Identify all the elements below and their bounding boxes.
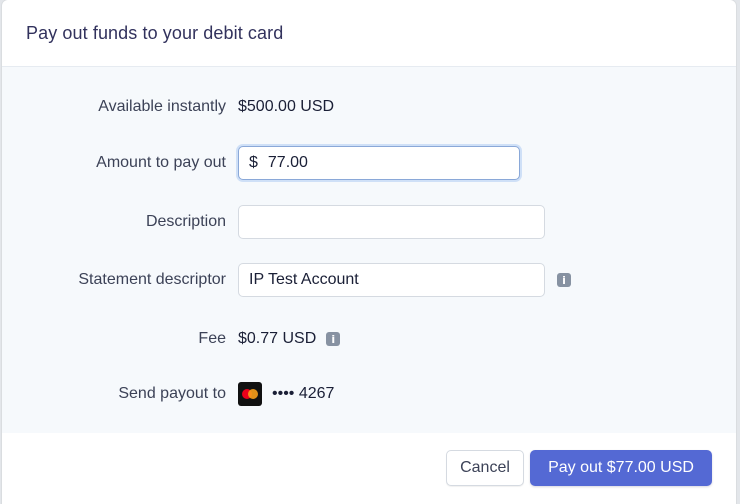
cancel-button[interactable]: Cancel: [446, 450, 524, 486]
available-value: $500.00 USD: [238, 98, 335, 115]
available-label: Available instantly: [98, 98, 226, 115]
statement-label: Statement descriptor: [78, 271, 226, 288]
payout-form: Available instantly $500.00 USD Amount t…: [2, 67, 736, 433]
currency-symbol: $: [249, 154, 258, 171]
description-row: Description: [2, 204, 736, 240]
fee-value: $0.77 USD: [238, 330, 317, 347]
mastercard-icon: [238, 382, 262, 406]
fee-row: Fee $0.77 USD i: [2, 327, 736, 351]
payout-destination-row: Send payout to •••• 4267: [2, 382, 736, 406]
payout-card: •••• 4267: [238, 382, 334, 406]
amount-input[interactable]: $ 77.00: [238, 146, 520, 180]
amount-value: 77.00: [267, 154, 308, 171]
modal-footer: Cancel Pay out $77.00 USD: [2, 433, 736, 504]
fee-value-wrap: $0.77 USD i: [238, 330, 341, 348]
info-icon[interactable]: i: [326, 332, 341, 346]
pay-out-button[interactable]: Pay out $77.00 USD: [530, 450, 712, 486]
info-icon[interactable]: i: [557, 273, 571, 287]
modal-title: Pay out funds to your debit card: [26, 22, 284, 43]
available-row: Available instantly $500.00 USD: [2, 95, 736, 119]
fee-label: Fee: [198, 330, 226, 347]
card-last4: •••• 4267: [272, 385, 335, 402]
amount-label: Amount to pay out: [96, 154, 226, 171]
description-label: Description: [145, 213, 226, 230]
statement-descriptor-input[interactable]: IP Test Account: [238, 263, 545, 297]
payout-to-label: Send payout to: [118, 385, 226, 402]
payout-modal: Pay out funds to your debit card Availab…: [2, 0, 736, 504]
description-input[interactable]: [238, 205, 545, 239]
statement-value: IP Test Account: [249, 271, 359, 288]
modal-header: Pay out funds to your debit card: [2, 0, 736, 67]
statement-row: Statement descriptor IP Test Account i: [2, 262, 736, 298]
amount-row: Amount to pay out $ 77.00: [2, 145, 736, 181]
